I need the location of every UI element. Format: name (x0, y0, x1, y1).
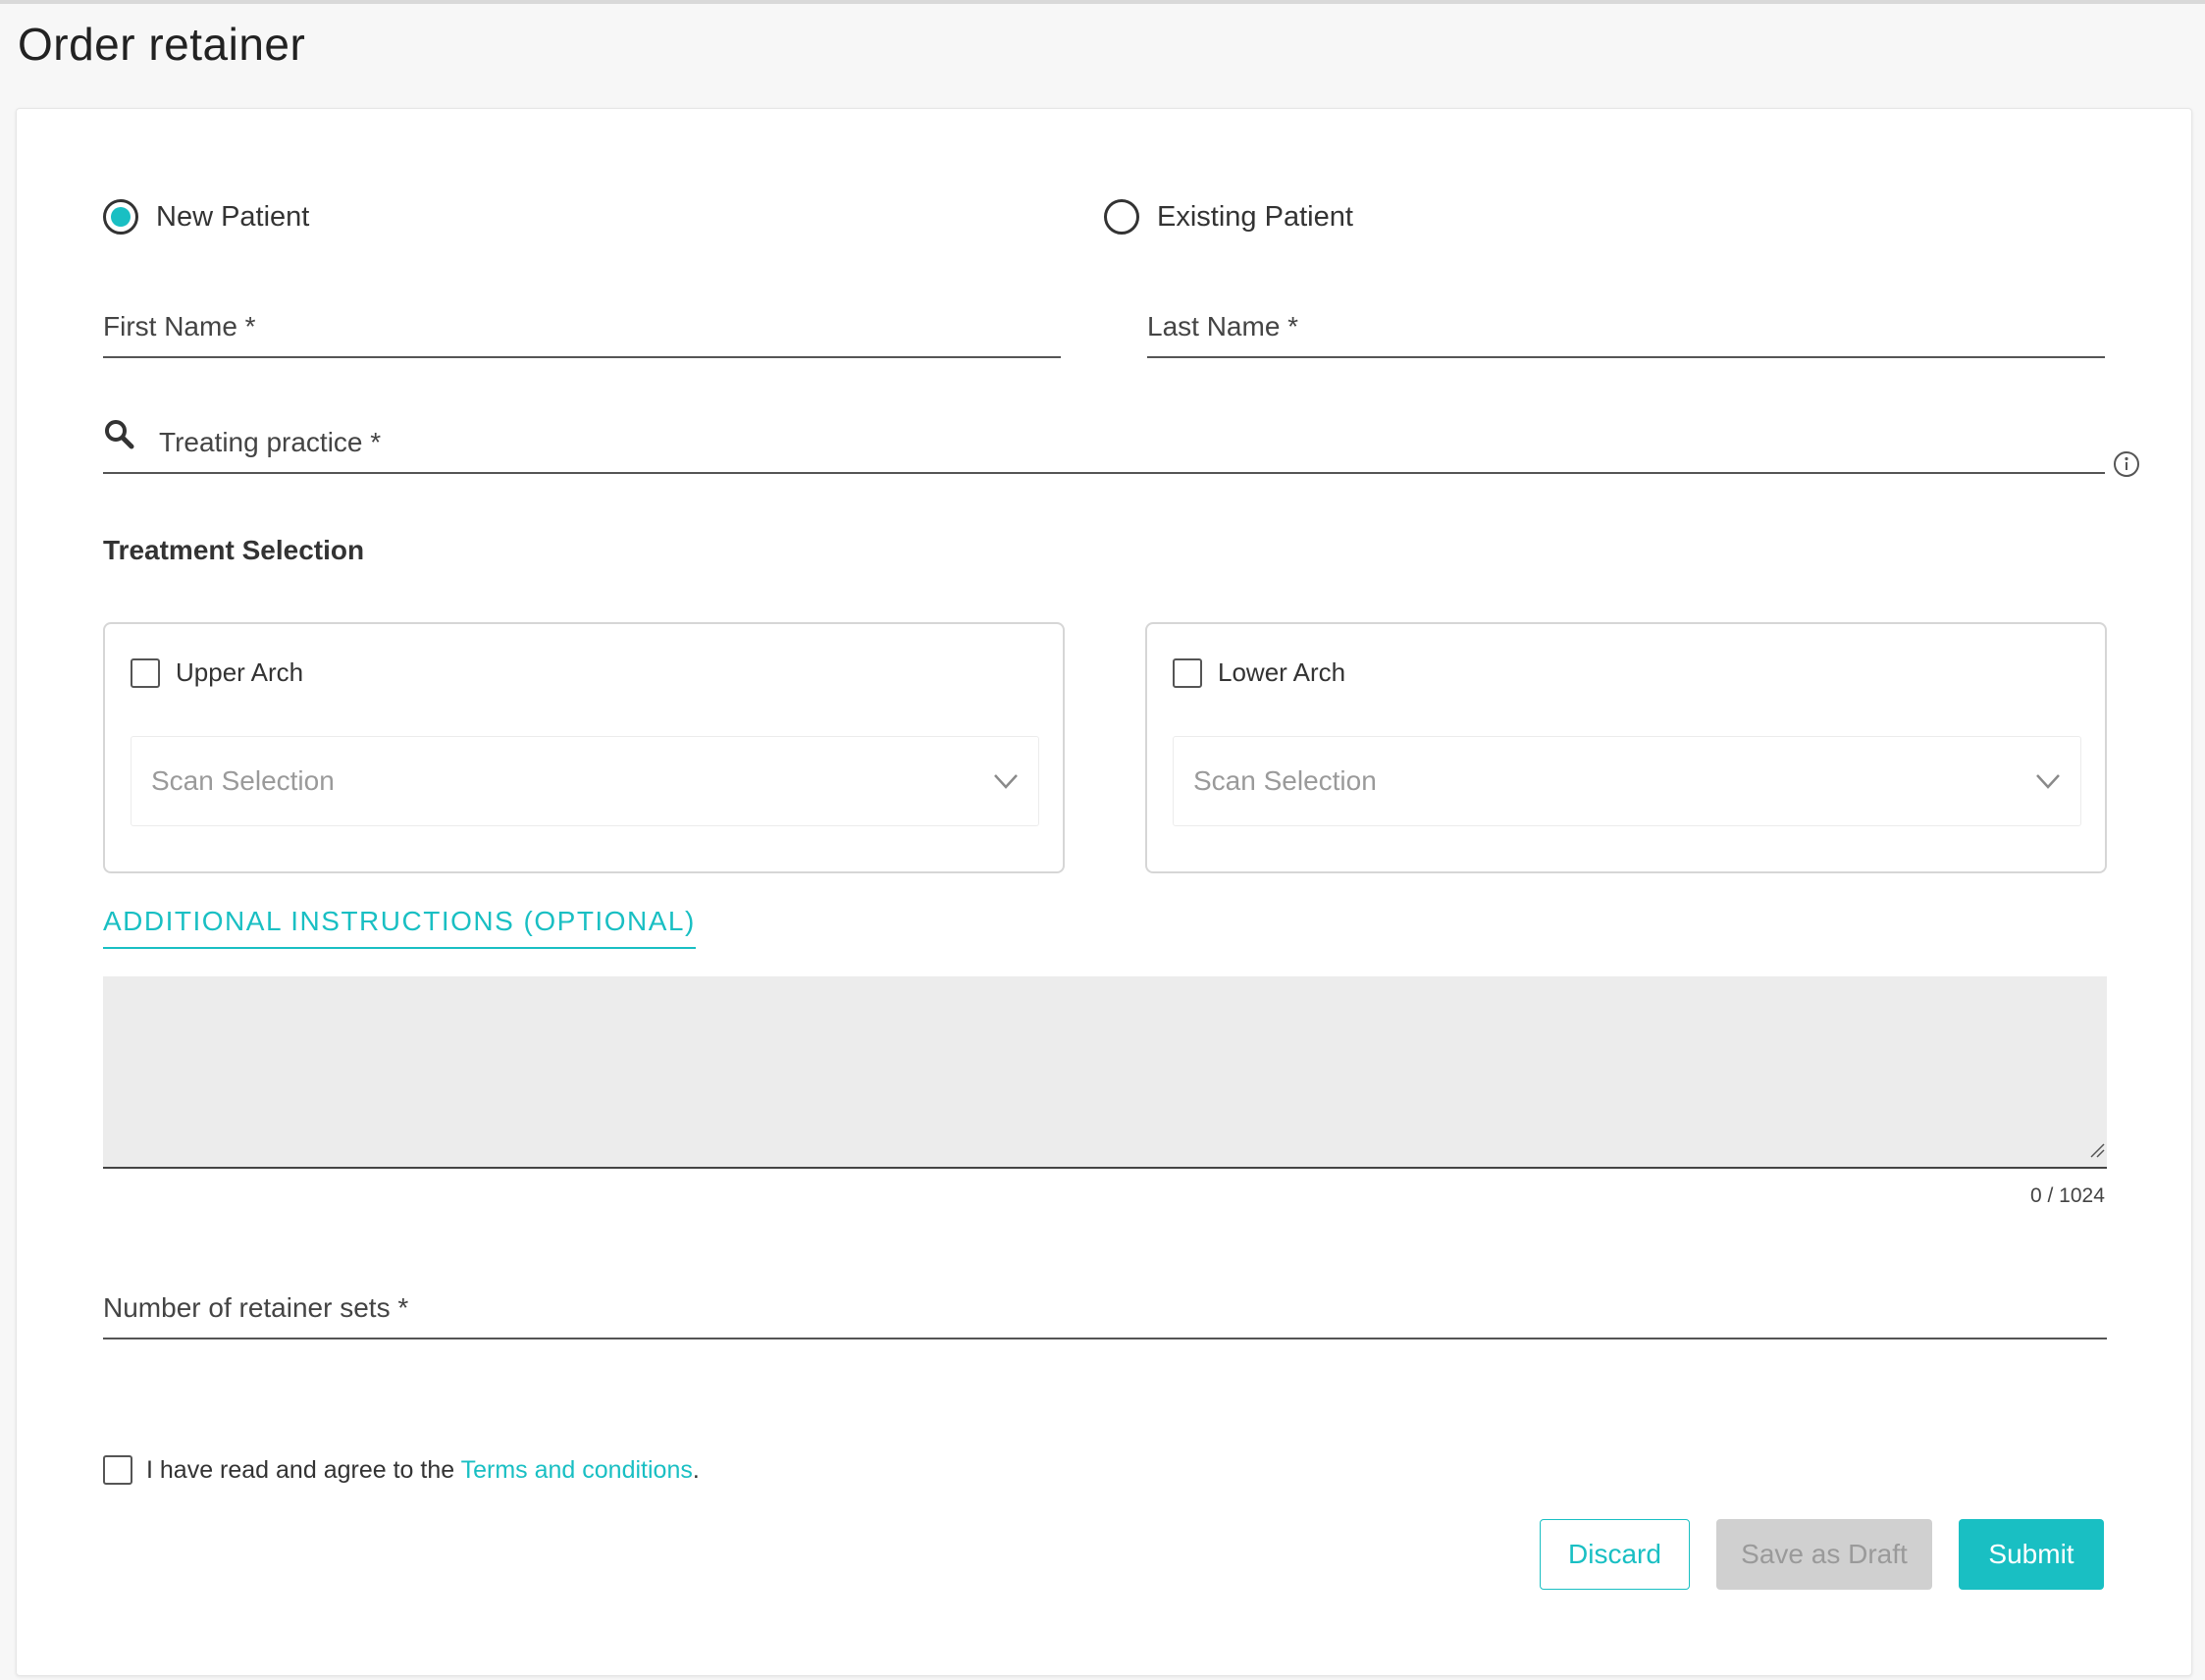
terms-text-before: I have read and agree to the (146, 1455, 461, 1484)
upper-arch-checkbox[interactable] (131, 657, 160, 688)
upper-scan-placeholder: Scan Selection (151, 765, 335, 796)
first-name-input[interactable] (103, 313, 1061, 352)
lower-scan-select[interactable]: Scan Selection (1173, 736, 2081, 826)
save-draft-button[interactable]: Save as Draft (1716, 1519, 1932, 1590)
info-icon[interactable] (2112, 449, 2141, 484)
radio-new-patient-circle[interactable] (103, 199, 138, 235)
submit-button[interactable]: Submit (1959, 1519, 2104, 1590)
radio-existing-patient-label: Existing Patient (1157, 200, 1353, 233)
retainer-sets-field[interactable]: Number of retainer sets * (103, 1271, 2107, 1339)
radio-new-patient-label: New Patient (156, 200, 310, 233)
upper-arch-box: Upper Arch Scan Selection (103, 622, 1065, 873)
upper-arch-row[interactable]: Upper Arch (131, 657, 303, 688)
upper-arch-label: Upper Arch (176, 657, 304, 687)
radio-selected-dot (111, 207, 131, 227)
chevron-down-icon (2035, 765, 2061, 797)
lower-arch-box: Lower Arch Scan Selection (1145, 622, 2107, 873)
radio-existing-patient[interactable]: Existing Patient (1104, 199, 1353, 235)
top-divider (0, 0, 2205, 4)
upper-scan-select[interactable]: Scan Selection (131, 736, 1039, 826)
resize-handle-icon[interactable] (2089, 1142, 2105, 1163)
page-title: Order retainer (18, 19, 306, 70)
search-icon (103, 418, 134, 456)
treatment-selection-heading: Treatment Selection (103, 535, 365, 565)
lower-scan-placeholder: Scan Selection (1193, 765, 1377, 796)
discard-button[interactable]: Discard (1540, 1519, 1690, 1590)
treating-practice-field[interactable]: Treating practice * (103, 403, 2105, 474)
terms-text: I have read and agree to the Terms and c… (146, 1456, 700, 1485)
radio-new-patient[interactable]: New Patient (103, 199, 309, 235)
terms-text-after: . (692, 1455, 700, 1484)
tab-additional-instructions[interactable]: ADDITIONAL INSTRUCTIONS (OPTIONAL) (103, 906, 696, 949)
last-name-field[interactable]: Last Name * (1147, 295, 2105, 358)
additional-instructions-textarea[interactable] (103, 976, 2107, 1169)
lower-arch-row[interactable]: Lower Arch (1173, 657, 1345, 688)
chevron-down-icon (993, 765, 1019, 797)
terms-row: I have read and agree to the Terms and c… (103, 1455, 700, 1485)
lower-arch-label: Lower Arch (1218, 657, 1346, 687)
first-name-field[interactable]: First Name * (103, 295, 1061, 358)
radio-existing-patient-circle[interactable] (1104, 199, 1139, 235)
lower-arch-checkbox[interactable] (1173, 657, 1202, 688)
order-form-card: New Patient Existing Patient First Name … (16, 108, 2192, 1676)
retainer-sets-input[interactable] (103, 1294, 2107, 1334)
character-counter: 0 / 1024 (2030, 1184, 2105, 1207)
treating-practice-input[interactable] (159, 429, 2105, 468)
terms-link[interactable]: Terms and conditions (461, 1456, 693, 1484)
last-name-input[interactable] (1147, 313, 2105, 352)
terms-checkbox[interactable] (103, 1455, 132, 1485)
